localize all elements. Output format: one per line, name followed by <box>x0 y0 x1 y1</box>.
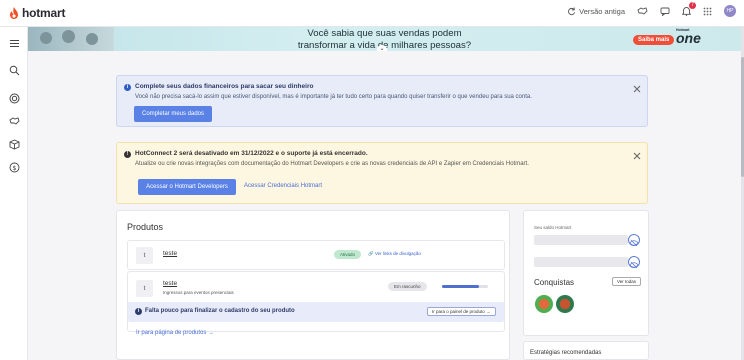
achievements-title: Conquistas <box>534 278 575 287</box>
hotmart-logo[interactable]: hotmart <box>9 6 65 20</box>
product-row[interactable]: t teste Ingressos para eventos presencia… <box>127 271 505 332</box>
info-icon: i <box>135 308 142 315</box>
strategies-title: Estratégias recomendadas <box>530 350 602 356</box>
old-version-button[interactable]: Versão antiga <box>567 7 625 16</box>
setup-warning: i Falta pouco para finalizar o cadastro … <box>128 302 504 322</box>
top-bar: hotmart Versão antiga 7 HP <box>0 0 744 27</box>
promo-links-link[interactable]: 🔗 Ver links de divulgação <box>368 251 421 257</box>
event-small-label: Hotmart <box>676 28 690 32</box>
dollar-icon[interactable]: $ <box>9 160 20 173</box>
achievement-badge-icon[interactable] <box>535 295 553 313</box>
credentials-link[interactable]: Acessar Credenciais Hotmart <box>244 183 322 189</box>
handshake-icon[interactable] <box>9 114 20 125</box>
achievement-badge-icon[interactable] <box>556 295 574 313</box>
promo-links-label: Ver links de divulgação <box>374 251 421 256</box>
product-subtitle: Ingressos para eventos presenciais <box>163 290 234 295</box>
products-card: Produtos t teste Ativado 🔗 Ver links de … <box>116 210 510 360</box>
status-badge: Ativado <box>334 250 362 259</box>
setup-warning-text: Falta pouco para finalizar o cadastro do… <box>145 308 295 314</box>
hotconnect-alert-description: Atualize ou crie novas integrações com d… <box>135 161 529 167</box>
svg-text:$: $ <box>12 164 16 172</box>
hotconnect-alert: ! HotConnect 2 será desativado em 31/12/… <box>116 142 648 204</box>
grid-icon[interactable] <box>703 7 712 16</box>
promo-banner[interactable]: Você sabia que suas vendas podem transfo… <box>28 27 741 51</box>
link-icon: 🔗 <box>368 251 374 256</box>
hotconnect-alert-title: HotConnect 2 será desativado em 31/12/20… <box>135 150 368 157</box>
sidebar: $ <box>0 27 28 360</box>
brand-name: hotmart <box>22 6 66 20</box>
product-name[interactable]: teste <box>163 280 177 287</box>
products-title: Produtos <box>127 222 164 232</box>
products-page-link[interactable]: Ir para página de produtos → <box>136 330 214 336</box>
product-panel-button[interactable]: Ir para o painel de produto → <box>427 307 496 316</box>
refresh-icon <box>567 6 576 16</box>
avatar[interactable]: HP <box>724 5 736 17</box>
complete-data-button[interactable]: Completar meus dados <box>134 106 212 122</box>
chevron-down-icon[interactable]: ⌄ <box>377 45 387 51</box>
warning-icon: ! <box>124 151 131 158</box>
financial-alert-title: Complete seus dados financeiros para sac… <box>135 83 314 90</box>
search-icon[interactable] <box>9 63 20 76</box>
menu-icon[interactable] <box>9 36 20 47</box>
old-version-label: Versão antiga <box>579 6 625 16</box>
box-icon[interactable] <box>9 137 20 150</box>
notification-badge: 7 <box>689 2 696 9</box>
close-icon[interactable] <box>632 148 642 160</box>
info-icon: i <box>124 84 131 91</box>
product-name[interactable]: teste <box>163 250 177 257</box>
setup-progress-fill <box>442 285 479 288</box>
flame-icon <box>10 6 18 19</box>
close-icon[interactable] <box>632 81 642 93</box>
bell-icon[interactable]: 7 <box>682 2 696 16</box>
status-badge: Em rascunho <box>388 282 427 291</box>
product-thumb: t <box>136 280 153 297</box>
target-icon[interactable] <box>9 91 20 104</box>
hotmart-one-logo: Hotmart one <box>676 28 701 46</box>
hotmart-developers-button[interactable]: Acessar o Hotmart Developers <box>138 179 236 195</box>
see-all-button[interactable]: Ver todas <box>612 277 642 286</box>
product-thumb: t <box>136 247 153 264</box>
balance-hidden-bar <box>534 235 628 245</box>
balance-label: Seu saldo Hotmart <box>534 225 572 230</box>
eye-off-icon[interactable] <box>628 256 640 269</box>
eye-off-icon[interactable] <box>628 234 640 247</box>
balance-card: Seu saldo Hotmart Conquistas Ver todas <box>523 210 649 336</box>
event-name: one <box>676 30 701 46</box>
strategies-card: Estratégias recomendadas <box>523 341 649 360</box>
handshake-icon[interactable] <box>637 6 648 16</box>
balance-hidden-bar <box>534 257 628 267</box>
chat-icon[interactable] <box>660 7 670 16</box>
financial-alert-description: Você não precisa sacá-lo assim que estiv… <box>135 94 532 100</box>
financial-alert: i Complete seus dados financeiros para s… <box>116 75 648 127</box>
setup-progress-bar <box>442 285 488 288</box>
product-row[interactable]: t teste Ativado 🔗 Ver links de divulgaçã… <box>127 240 505 270</box>
saiba-mais-button[interactable]: Saiba mais <box>633 35 675 45</box>
